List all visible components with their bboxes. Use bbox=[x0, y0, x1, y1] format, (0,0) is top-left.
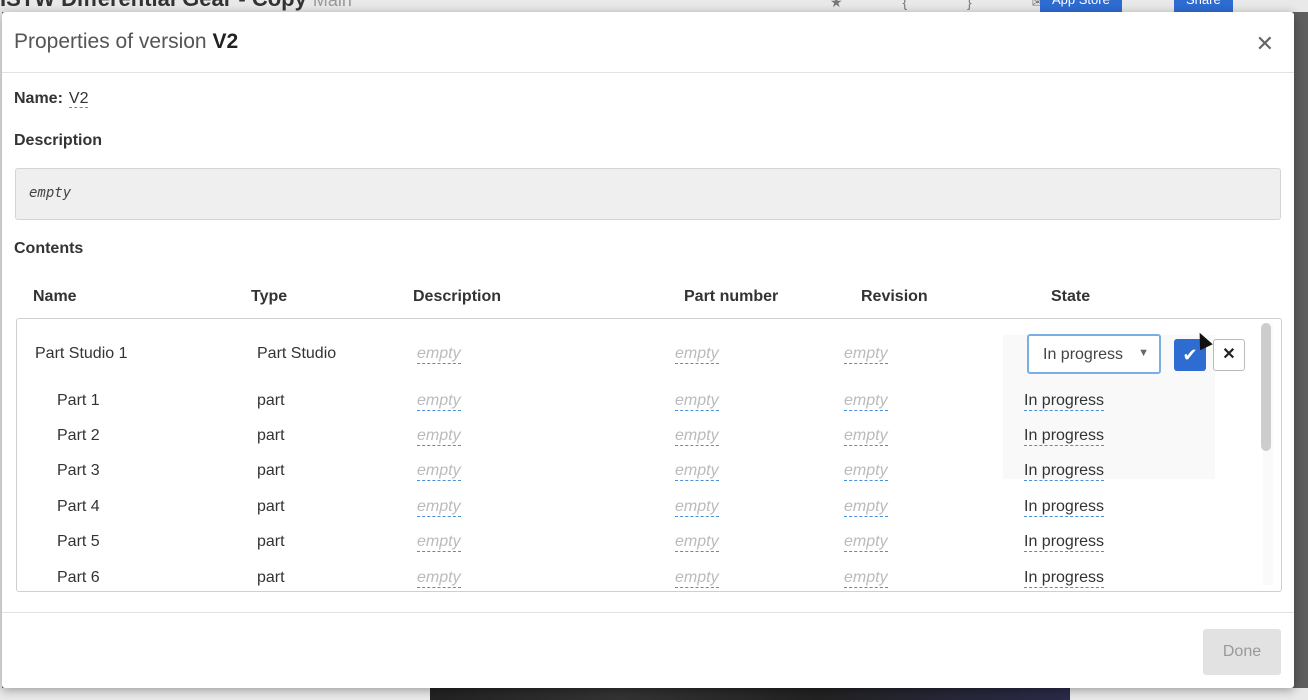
row-revision[interactable]: empty bbox=[844, 498, 888, 517]
row-state[interactable]: In progress bbox=[1024, 392, 1105, 411]
row-revision[interactable]: empty bbox=[844, 533, 888, 552]
version-properties-dialog: Properties of version V2 ✕ Name: V2 Descr… bbox=[2, 12, 1294, 688]
name-row: Name: V2 bbox=[14, 90, 89, 108]
row-type: part bbox=[257, 462, 285, 479]
table-row[interactable]: Part 3 part empty empty empty In progres… bbox=[17, 462, 1257, 494]
version-name: V2 bbox=[212, 30, 239, 53]
row-name: Part 6 bbox=[57, 569, 100, 586]
app-store-button[interactable]: App Store bbox=[1040, 0, 1122, 12]
checkmark-icon: ✔ bbox=[1182, 345, 1198, 365]
row-name: Part 4 bbox=[57, 498, 100, 515]
row-revision[interactable]: empty bbox=[844, 392, 888, 411]
row-description[interactable]: empty bbox=[417, 533, 461, 552]
share-button[interactable]: Share bbox=[1174, 0, 1233, 12]
row-state[interactable]: In progress bbox=[1024, 498, 1105, 517]
row-name: Part 3 bbox=[57, 462, 100, 479]
close-icon: ✕ bbox=[1222, 346, 1236, 363]
row-state[interactable]: In progress bbox=[1024, 533, 1105, 552]
row-description[interactable]: empty bbox=[417, 569, 461, 588]
cad-model bbox=[430, 688, 1070, 700]
dialog-title: Properties of version V2 bbox=[14, 30, 239, 53]
table-row[interactable]: Part 4 part empty empty empty In progres… bbox=[17, 498, 1257, 530]
row-type: Part Studio bbox=[257, 345, 337, 362]
row-type: part bbox=[257, 427, 285, 444]
row-description[interactable]: empty bbox=[417, 427, 461, 446]
description-value: empty bbox=[29, 185, 72, 201]
description-field[interactable]: empty bbox=[15, 168, 1281, 220]
row-type: part bbox=[257, 498, 285, 515]
row-revision[interactable]: empty bbox=[844, 427, 888, 446]
row-name: Part 1 bbox=[57, 392, 100, 409]
dialog-header: Properties of version V2 ✕ bbox=[2, 12, 1294, 73]
row-part-number[interactable]: empty bbox=[675, 498, 719, 517]
row-description[interactable]: empty bbox=[417, 345, 461, 364]
row-revision[interactable]: empty bbox=[844, 462, 888, 481]
column-header-description: Description bbox=[413, 288, 502, 305]
contents-label: Contents bbox=[14, 240, 84, 257]
row-part-number[interactable]: empty bbox=[675, 345, 719, 364]
cancel-state-button[interactable]: ✕ bbox=[1213, 339, 1245, 371]
row-state[interactable]: In progress bbox=[1024, 427, 1105, 446]
background-app-header: ISTW Differential Gear - CopyMain ★ { } … bbox=[0, 0, 1308, 12]
background-viewport bbox=[0, 688, 1308, 700]
row-name: Part Studio 1 bbox=[35, 345, 128, 362]
footer-divider bbox=[2, 612, 1294, 613]
table-row[interactable]: Part 6 part empty empty empty In progres… bbox=[17, 569, 1257, 591]
column-header-type: Type bbox=[251, 288, 288, 305]
document-title: ISTW Differential Gear - CopyMain bbox=[0, 0, 352, 12]
column-header-revision: Revision bbox=[861, 288, 928, 305]
row-state[interactable]: In progress bbox=[1024, 569, 1105, 588]
name-value[interactable]: V2 bbox=[68, 90, 89, 108]
row-name: Part 5 bbox=[57, 533, 100, 550]
name-label: Name: bbox=[14, 90, 63, 107]
row-type: part bbox=[257, 392, 285, 409]
column-header-state: State bbox=[1051, 288, 1091, 305]
row-revision[interactable]: empty bbox=[844, 345, 888, 364]
done-button[interactable]: Done bbox=[1203, 629, 1281, 675]
row-description[interactable]: empty bbox=[417, 392, 461, 411]
table-row[interactable]: Part 1 part empty empty empty In progres… bbox=[17, 392, 1257, 424]
row-part-number[interactable]: empty bbox=[675, 427, 719, 446]
row-description[interactable]: empty bbox=[417, 462, 461, 481]
column-header-part-number: Part number bbox=[684, 288, 779, 305]
row-part-number[interactable]: empty bbox=[675, 533, 719, 552]
row-revision[interactable]: empty bbox=[844, 569, 888, 588]
row-part-number[interactable]: empty bbox=[675, 392, 719, 411]
contents-table: Part Studio 1 Part Studio empty empty em… bbox=[16, 318, 1282, 592]
row-name: Part 2 bbox=[57, 427, 100, 444]
state-dropdown[interactable]: In progress ▼ bbox=[1027, 334, 1161, 374]
state-dropdown-value: In progress bbox=[1043, 346, 1124, 363]
branch-name: Main bbox=[312, 0, 352, 10]
row-type: part bbox=[257, 569, 285, 586]
row-state[interactable]: In progress bbox=[1024, 462, 1105, 481]
close-icon[interactable]: ✕ bbox=[1256, 33, 1274, 55]
row-part-number[interactable]: empty bbox=[675, 569, 719, 588]
table-row[interactable]: Part 5 part empty empty empty In progres… bbox=[17, 533, 1257, 565]
row-part-number[interactable]: empty bbox=[675, 462, 719, 481]
table-row[interactable]: Part 2 part empty empty empty In progres… bbox=[17, 427, 1257, 459]
row-type: part bbox=[257, 533, 285, 550]
chevron-down-icon: ▼ bbox=[1138, 347, 1149, 359]
description-label: Description bbox=[14, 132, 103, 149]
scrollbar-thumb[interactable] bbox=[1261, 323, 1271, 451]
column-header-name: Name bbox=[33, 288, 77, 305]
row-description[interactable]: empty bbox=[417, 498, 461, 517]
